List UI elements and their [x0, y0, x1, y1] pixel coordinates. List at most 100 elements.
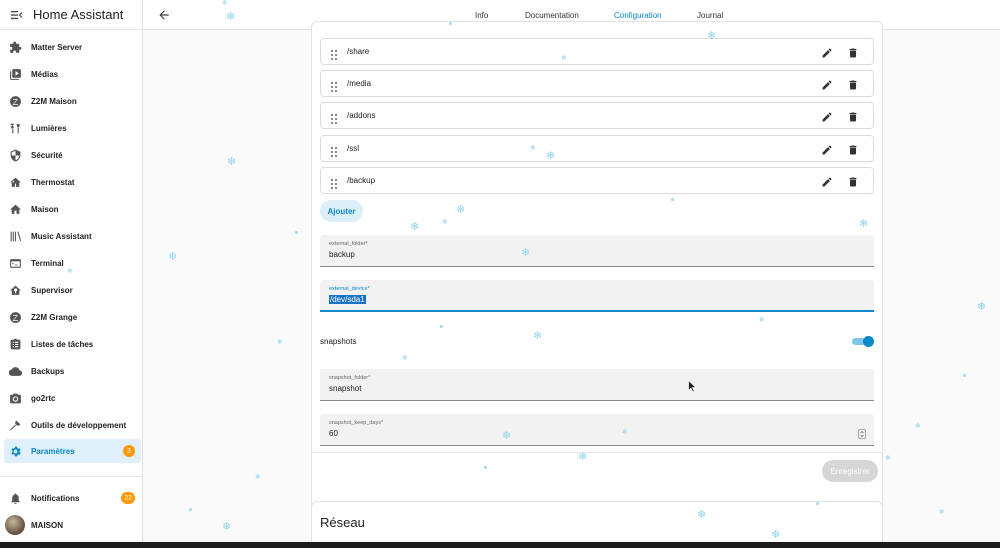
delete-trash-icon[interactable]	[847, 46, 859, 58]
sidebar-item-z2m-maison[interactable]: Z2M Maison	[4, 89, 141, 113]
field-value: backup	[329, 250, 355, 259]
snow-dot	[189, 508, 192, 511]
snapshots-label: snapshots	[320, 336, 357, 346]
sidebar-item-thermostat[interactable]: Thermostat	[4, 170, 141, 194]
delete-trash-icon[interactable]	[847, 110, 859, 122]
sidebar-item-parametres[interactable]: Paramètres 3	[4, 439, 141, 463]
external-folder-field[interactable]: external_folder* backup	[320, 235, 874, 267]
edit-pencil-icon[interactable]	[821, 46, 833, 58]
sidebar-item-label: Sécurité	[31, 150, 63, 160]
snapshots-toggle[interactable]	[852, 336, 874, 347]
sidebar-item-label: Z2M Maison	[31, 96, 77, 106]
sidebar-item-label: Listes de tâches	[31, 339, 94, 349]
sidebar-item-label: Maison	[31, 204, 59, 214]
toggle-thumb	[863, 336, 874, 347]
save-button[interactable]: Enregistrer	[822, 460, 878, 482]
sidebar-item-backups[interactable]: Backups	[4, 359, 141, 383]
folder-row: /addons	[320, 102, 874, 129]
add-folder-button[interactable]: Ajouter	[320, 200, 363, 222]
snow-dot	[963, 374, 966, 377]
field-label: snapshot_keep_days*	[329, 420, 384, 426]
number-spinner-icon[interactable]	[858, 426, 866, 439]
snow-dot	[484, 466, 487, 469]
notifications-badge: 22	[121, 492, 135, 504]
edit-pencil-icon[interactable]	[821, 78, 833, 90]
snow-dot	[816, 502, 819, 505]
thermostat-icon	[9, 176, 22, 189]
avatar	[5, 515, 25, 535]
media-play-icon	[9, 68, 22, 81]
field-label: external_device*	[329, 286, 370, 292]
sidebar-item-outils-de-developpement[interactable]: Outils de développement	[4, 413, 141, 437]
snapshots-row: snapshots	[320, 333, 874, 349]
sidebar-item-label: Outils de développement	[31, 420, 127, 430]
delete-trash-icon[interactable]	[847, 143, 859, 155]
back-arrow-icon[interactable]	[157, 8, 171, 22]
snow-dot	[671, 198, 674, 201]
external-device-field[interactable]: external_device* /dev/sda1	[320, 280, 874, 312]
field-value: /dev/sda1	[329, 295, 366, 304]
sidebar-item-label: Thermostat	[31, 177, 75, 187]
os-taskbar	[0, 542, 1000, 548]
sidebar-item-lumieres[interactable]: Lumières	[4, 116, 141, 140]
sidebar-item-notifications[interactable]: Notifications 22	[4, 486, 141, 510]
hammer-icon	[9, 419, 22, 432]
shield-icon	[9, 149, 22, 162]
sidebar-item-go2rtc[interactable]: go2rtc	[4, 386, 141, 410]
cloud-upload-icon	[9, 365, 22, 378]
drag-handle-icon[interactable]	[331, 176, 339, 189]
snow-dot	[295, 231, 298, 234]
main-content: /share /media /addons /ssl /backup Ajout…	[143, 21, 1000, 548]
settings-badge: 3	[123, 445, 135, 457]
sidebar-item-label: Notifications	[31, 493, 80, 503]
edit-pencil-icon[interactable]	[821, 175, 833, 187]
edit-pencil-icon[interactable]	[821, 110, 833, 122]
selected-text: /dev/sda1	[329, 295, 366, 304]
field-value: 60	[329, 429, 338, 438]
delete-trash-icon[interactable]	[847, 175, 859, 187]
edit-pencil-icon[interactable]	[821, 143, 833, 155]
bell-icon	[9, 492, 22, 505]
delete-trash-icon[interactable]	[847, 78, 859, 90]
sidebar-item-label: Backups	[31, 366, 65, 376]
field-value: snapshot	[329, 384, 362, 393]
drag-handle-icon[interactable]	[331, 144, 339, 157]
sidebar-divider	[0, 476, 143, 477]
sidebar-item-securite[interactable]: Sécurité	[4, 143, 141, 167]
network-section-title: Réseau	[320, 515, 365, 530]
drag-handle-icon[interactable]	[331, 79, 339, 92]
folder-path: /ssl	[347, 144, 359, 153]
sidebar-item-label: go2rtc	[31, 393, 56, 403]
sidebar-item-medias[interactable]: Médias	[4, 62, 141, 86]
music-library-icon	[9, 230, 22, 243]
menu-toggle-icon[interactable]	[10, 8, 24, 22]
snow-dot	[449, 22, 452, 25]
user-name: MAISON	[31, 520, 63, 530]
sidebar-item-label: Paramètres	[31, 446, 75, 456]
camera-icon	[9, 392, 22, 405]
sidebar-header: Home Assistant	[0, 0, 142, 30]
puzzle-icon	[9, 41, 22, 54]
mouse-cursor-icon	[688, 379, 697, 393]
field-label: snapshot_folder*	[329, 375, 371, 381]
folder-row: /backup	[320, 167, 874, 194]
supervisor-icon	[9, 284, 22, 297]
drag-handle-icon[interactable]	[331, 111, 339, 124]
sidebar-item-terminal[interactable]: Terminal	[4, 251, 141, 275]
sidebar-item-listes-de-taches[interactable]: Listes de tâches	[4, 332, 141, 356]
network-card	[311, 501, 883, 548]
snapshot-folder-field[interactable]: snapshot_folder* snapshot	[320, 369, 874, 401]
card-actions-divider	[311, 452, 883, 453]
sidebar-item-label: Terminal	[31, 258, 64, 268]
sidebar-item-matter-server[interactable]: Matter Server	[4, 35, 141, 59]
folder-row: /ssl	[320, 135, 874, 162]
sidebar-item-music-assistant[interactable]: Music Assistant	[4, 224, 141, 248]
field-label: external_folder*	[329, 241, 368, 247]
sidebar-item-user[interactable]: MAISON	[4, 513, 141, 537]
sidebar-item-z2m-grange[interactable]: Z2M Grange	[4, 305, 141, 329]
sidebar-item-label: Music Assistant	[31, 231, 92, 241]
drag-handle-icon[interactable]	[331, 47, 339, 60]
sidebar-item-supervisor[interactable]: Supervisor	[4, 278, 141, 302]
sidebar-item-maison[interactable]: Maison	[4, 197, 141, 221]
snapshot-keep-days-field[interactable]: snapshot_keep_days* 60	[320, 414, 874, 446]
